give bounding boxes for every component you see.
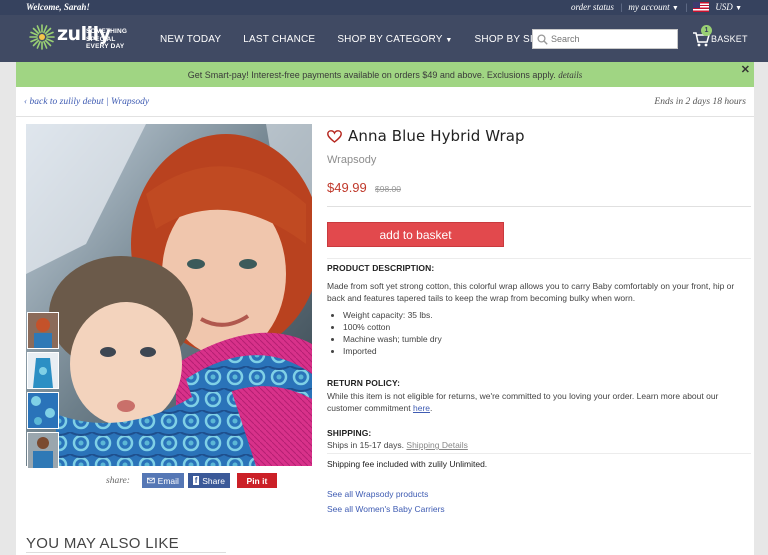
search-box [532, 29, 678, 49]
order-status-link[interactable]: order status [571, 2, 614, 12]
feature-item: Imported [343, 345, 442, 357]
thumbnail-strip [27, 312, 59, 472]
back-link-label: back to zulily debut | Wrapsody [29, 97, 150, 107]
sale-countdown: Ends in 2 days 18 hours [654, 97, 746, 107]
share-email-button[interactable]: Email [141, 473, 184, 488]
tagline-line: Every Day [86, 43, 125, 50]
us-flag-icon [693, 2, 710, 12]
nav-new-today[interactable]: NEW TODAY [160, 34, 221, 45]
promo-message: Get Smart-pay! Interest-free payments av… [16, 70, 754, 80]
promo-text: Get Smart-pay! Interest-free payments av… [187, 70, 556, 80]
main-nav: NEW TODAY LAST CHANCE SHOP BY CATEGORY ▼… [160, 34, 578, 45]
share-facebook-label: Share [202, 475, 225, 486]
shipping-details-link[interactable]: Shipping Details [406, 440, 467, 450]
divider [327, 453, 751, 454]
pin-it-button[interactable]: Pin it [236, 473, 277, 488]
basket-label: BASKET [711, 34, 748, 44]
share-bar: share: Email f Share Pin it [106, 473, 277, 488]
title-row: Anna Blue Hybrid Wrap [327, 127, 525, 145]
divider [327, 206, 751, 207]
product-title: Anna Blue Hybrid Wrap [348, 127, 525, 145]
divider: | [619, 2, 623, 12]
brand-name[interactable]: Wrapsody [327, 154, 376, 166]
add-to-basket-button[interactable]: add to basket [327, 222, 504, 247]
chevron-down-icon: ▼ [445, 37, 453, 44]
product-panel: share: Email f Share Pin it Anna Blue Hy… [16, 117, 754, 555]
shipping-info: Ships in 15-17 days. Shipping Details [327, 440, 468, 450]
close-icon[interactable]: ✕ [741, 63, 750, 76]
logo-tagline: Something Special Every Day [86, 28, 127, 51]
breadcrumb-bar: ‹ back to zulily debut | Wrapsody Ends i… [16, 87, 754, 117]
share-email-label: Email [157, 475, 179, 486]
return-policy-heading: RETURN POLICY: [327, 378, 401, 388]
return-policy-text: While this item is not eligible for retu… [327, 391, 719, 413]
nav-shop-by-category[interactable]: SHOP BY CATEGORY ▼ [337, 34, 452, 45]
currency-label: USD [715, 2, 733, 12]
envelope-icon [146, 477, 155, 484]
commitment-link[interactable]: here [413, 403, 430, 413]
thumbnail-image [28, 393, 58, 428]
feature-item: Weight capacity: 35 lbs. [343, 309, 442, 321]
my-account-label: my account [628, 2, 670, 12]
see-all-category-link[interactable]: See all Women's Baby Carriers [327, 504, 445, 514]
account-links: order status | my account ▼ | USD ▼ [571, 2, 742, 12]
back-link[interactable]: ‹ back to zulily debut | Wrapsody [24, 97, 149, 107]
thumbnail[interactable] [27, 432, 59, 469]
feature-list: Weight capacity: 35 lbs. 100% cotton Mac… [343, 309, 442, 357]
currency-selector[interactable]: USD ▼ [715, 2, 742, 12]
search-input[interactable] [551, 34, 671, 44]
facebook-icon: f [192, 476, 200, 485]
feature-item: Machine wash; tumble dry [343, 333, 442, 345]
thumbnail[interactable] [27, 312, 59, 349]
site-header: zulily Something Special Every Day NEW T… [0, 15, 768, 62]
divider [26, 552, 226, 553]
zulily-logo[interactable]: zulily Something Special Every Day [28, 21, 132, 57]
tagline-line: Something [86, 28, 128, 35]
original-price: $98.00 [375, 184, 401, 194]
thumbnail[interactable] [27, 392, 59, 429]
feature-item: 100% cotton [343, 321, 442, 333]
product-image[interactable] [26, 124, 312, 466]
product-photo-illustration [26, 124, 312, 466]
shipping-heading: SHIPPING: [327, 428, 372, 438]
flower-logo-icon [29, 24, 55, 50]
you-may-also-like-heading: YOU MAY ALSO LIKE [26, 535, 179, 552]
welcome-message: Welcome, Sarah! [26, 2, 90, 12]
promo-details-link[interactable]: details [558, 70, 582, 80]
heart-icon[interactable] [327, 129, 342, 143]
share-label: share: [106, 475, 130, 486]
chevron-down-icon: ▼ [735, 4, 742, 12]
thumbnail[interactable] [27, 352, 59, 389]
search-icon [537, 33, 548, 45]
divider: | [684, 2, 688, 12]
top-bar: Welcome, Sarah! order status | my accoun… [0, 0, 768, 15]
product-description: Made from soft yet strong cotton, this c… [327, 281, 735, 303]
tagline-line: Special [86, 35, 116, 43]
share-facebook-button[interactable]: f Share [187, 473, 230, 488]
unlimited-shipping-note: Shipping fee included with zulily Unlimi… [327, 459, 488, 469]
return-policy: While this item is not eligible for retu… [327, 391, 719, 413]
chevron-down-icon: ▼ [671, 4, 679, 12]
see-all-brand-link[interactable]: See all Wrapsody products [327, 489, 428, 499]
shipping-text: Ships in 15-17 days. [327, 440, 405, 450]
thumbnail-image [28, 353, 58, 388]
nav-label: SHOP BY CATEGORY [337, 34, 443, 45]
sale-price: $49.99 [327, 180, 367, 195]
chevron-left-icon: ‹ [24, 97, 28, 107]
thumbnail-image [28, 433, 58, 468]
thumbnail-image [28, 313, 58, 348]
nav-last-chance[interactable]: LAST CHANCE [243, 34, 315, 45]
description-heading: PRODUCT DESCRIPTION: [327, 263, 435, 273]
my-account-menu[interactable]: my account ▼ [628, 2, 678, 12]
promo-banner: Get Smart-pay! Interest-free payments av… [16, 62, 754, 87]
basket-button[interactable]: 1 BASKET [692, 25, 748, 55]
divider [327, 258, 751, 259]
